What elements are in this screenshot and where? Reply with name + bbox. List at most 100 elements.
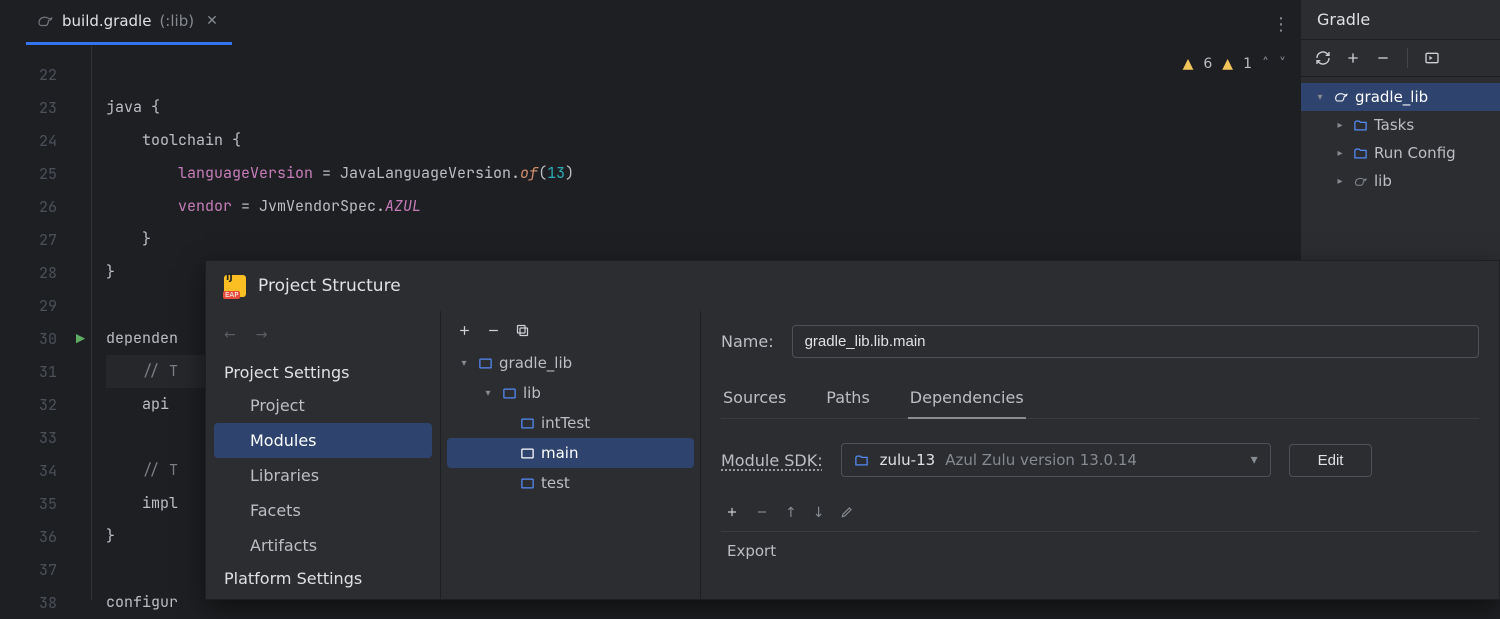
line-number[interactable]: 30▶ <box>0 322 91 355</box>
nav-section-platform-settings: Platform Settings <box>206 563 440 594</box>
gradle-tree-item[interactable]: ▸ Run Config <box>1301 139 1500 167</box>
nav-item-facets[interactable]: Facets <box>206 493 440 528</box>
line-number[interactable]: 24 <box>0 124 91 157</box>
code-line[interactable]: toolchain { <box>106 124 1300 157</box>
copy-icon[interactable] <box>515 323 530 338</box>
edit-icon[interactable] <box>840 505 854 521</box>
line-number[interactable]: 38 <box>0 586 91 619</box>
dialog-title: Project Structure <box>258 276 401 296</box>
nav-item-modules[interactable]: Modules <box>214 423 432 458</box>
chevron-down-icon[interactable]: ▾ <box>481 388 495 399</box>
arrow-up-icon[interactable]: ↑ <box>785 505 797 521</box>
dialog-nav: ← → Project Settings ProjectModulesLibra… <box>206 311 441 599</box>
line-number[interactable]: 23 <box>0 91 91 124</box>
nav-item-artifacts[interactable]: Artifacts <box>206 528 440 563</box>
back-icon[interactable]: ← <box>224 327 236 343</box>
module-tree-root[interactable]: ▾ gradle_lib <box>441 348 700 378</box>
line-number[interactable]: 33 <box>0 421 91 454</box>
close-icon[interactable]: ✕ <box>202 11 222 31</box>
plus-icon[interactable] <box>725 505 739 521</box>
gradle-tree-item[interactable]: ▸lib <box>1301 167 1500 195</box>
code-line[interactable]: languageVersion = JavaLanguageVersion.of… <box>106 157 1300 190</box>
module-icon <box>501 385 517 401</box>
dialog-header: Project Structure <box>206 261 1499 311</box>
module-sdk-combo[interactable]: zulu-13 Azul Zulu version 13.0.14 ▾ <box>841 443 1271 477</box>
chevron-down-icon: ▾ <box>1251 452 1258 468</box>
module-sdk-name: zulu-13 <box>880 451 936 469</box>
kebab-icon[interactable]: ⋮ <box>1272 14 1288 35</box>
gradle-tree-item[interactable]: ▸Tasks <box>1301 111 1500 139</box>
plus-icon[interactable] <box>1345 50 1361 66</box>
module-tree-item[interactable]: test <box>441 468 700 498</box>
nav-item-libraries[interactable]: Libraries <box>206 458 440 493</box>
tab-dependencies[interactable]: Dependencies <box>908 382 1026 419</box>
minus-icon[interactable] <box>486 323 501 338</box>
module-tree-item-label: intTest <box>541 414 590 432</box>
minus-icon[interactable] <box>755 505 769 521</box>
line-number[interactable]: 22 <box>0 58 91 91</box>
line-number[interactable]: 25 <box>0 157 91 190</box>
tab-filename: build.gradle <box>62 12 151 30</box>
module-tree-item-label: test <box>541 474 570 492</box>
module-tabs: Sources Paths Dependencies <box>721 382 1479 419</box>
name-label: Name: <box>721 332 774 351</box>
line-number[interactable]: 27 <box>0 223 91 256</box>
line-number[interactable]: 28 <box>0 256 91 289</box>
gradle-tree-root-label: gradle_lib <box>1355 88 1428 106</box>
tab-sources[interactable]: Sources <box>721 382 788 418</box>
line-number[interactable]: 26 <box>0 190 91 223</box>
line-number[interactable]: 34 <box>0 454 91 487</box>
module-tree-toolbar <box>441 317 700 348</box>
export-header: Export <box>721 532 1479 570</box>
chevron-right-icon[interactable]: ▸ <box>1333 176 1347 187</box>
execute-icon[interactable] <box>1424 50 1440 66</box>
chevron-down-icon[interactable]: ▾ <box>457 358 471 369</box>
project-structure-dialog: Project Structure ← → Project Settings P… <box>205 260 1500 600</box>
module-tree-item[interactable]: intTest <box>441 408 700 438</box>
dependencies-toolbar: ↑ ↓ <box>721 499 1479 532</box>
refresh-icon[interactable] <box>1315 50 1331 66</box>
module-tree-lib-label: lib <box>523 384 541 402</box>
tab-paths[interactable]: Paths <box>824 382 871 418</box>
separator <box>1407 48 1408 68</box>
tab-bar: build.gradle (:lib) ✕ ⋮ <box>0 0 1300 46</box>
chevron-right-icon[interactable]: ▸ <box>1333 148 1347 159</box>
arrow-down-icon[interactable]: ↓ <box>813 505 825 521</box>
line-number[interactable]: 37 <box>0 553 91 586</box>
chevron-down-icon[interactable]: ▾ <box>1313 92 1327 103</box>
line-number[interactable]: 29 <box>0 289 91 322</box>
line-number[interactable]: 31 <box>0 355 91 388</box>
nav-item-project[interactable]: Project <box>206 388 440 423</box>
elephant-icon <box>36 12 54 30</box>
line-number[interactable]: 32 <box>0 388 91 421</box>
code-line[interactable]: } <box>106 223 1300 256</box>
dialog-main: Name: SourcesPathsDependencies Module SD… <box>701 311 1499 599</box>
gradle-toolbar <box>1301 39 1500 77</box>
tab-build-gradle[interactable]: build.gradle (:lib) ✕ <box>26 0 232 45</box>
gutter: 222324252627282930▶3132333435363738 <box>0 46 92 600</box>
module-tree-item[interactable]: main <box>447 438 694 468</box>
code-line[interactable]: java { <box>106 91 1300 124</box>
folder-icon <box>854 452 870 468</box>
elephant-icon <box>1333 89 1349 105</box>
module-icon <box>519 445 535 461</box>
module-name-input[interactable] <box>792 325 1479 358</box>
code-line[interactable]: vendor = JvmVendorSpec.AZUL <box>106 190 1300 223</box>
line-number[interactable]: 35 <box>0 487 91 520</box>
module-tree-root-label: gradle_lib <box>499 354 572 372</box>
gradle-tree-item-label: Run Config <box>1374 144 1456 162</box>
plus-icon[interactable] <box>457 323 472 338</box>
module-tree: ▾ gradle_lib ▾ lib intTest main test <box>441 311 701 599</box>
line-number[interactable]: 36 <box>0 520 91 553</box>
code-line[interactable] <box>106 58 1300 91</box>
forward-icon[interactable]: → <box>256 327 268 343</box>
chevron-right-icon[interactable]: ▸ <box>1333 120 1347 131</box>
folder-icon <box>1353 118 1368 133</box>
gradle-tree-root[interactable]: ▾ gradle_lib <box>1301 83 1500 111</box>
run-gutter-icon[interactable]: ▶ <box>76 329 85 349</box>
intellij-eap-icon <box>224 275 246 297</box>
elephant-icon <box>1353 174 1368 189</box>
module-tree-lib[interactable]: ▾ lib <box>441 378 700 408</box>
minus-icon[interactable] <box>1375 50 1391 66</box>
edit-button[interactable]: Edit <box>1289 444 1373 477</box>
